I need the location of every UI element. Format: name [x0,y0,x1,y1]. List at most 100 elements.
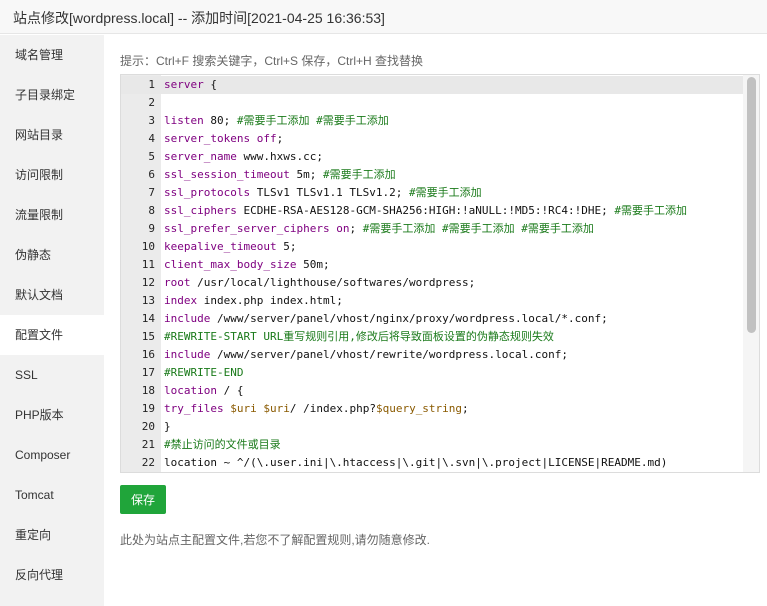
sidebar-item[interactable]: 重定向 [0,515,104,555]
code-token: index [164,294,198,307]
sidebar-item[interactable]: SSL [0,355,104,395]
code-token: include [164,348,211,361]
dialog-titlebar: 站点修改[wordpress.local] -- 添加时间[2021-04-25… [0,0,767,34]
line-number: 6 [148,168,155,181]
line-text: listen 80; #需要手工添加 #需要手工添加 [164,112,389,130]
sidebar-item[interactable]: 伪静态 [0,235,104,275]
line-text: server_tokens off; [164,130,283,148]
code-token: $query_string [375,402,463,415]
code-token: #REWRITE-START URL重写规则引用,修改后将导致面板设置的伪静态规… [164,330,554,343]
editor-scrollbar-thumb[interactable] [747,77,756,333]
code-token: } [164,420,171,433]
code-line[interactable]: 12 root /usr/local/lighthouse/softwares/w… [121,274,743,292]
sidebar-item[interactable]: 配置文件 [0,315,104,355]
code-line[interactable]: 11 client_max_body_size 50m; [121,256,743,274]
code-token: include [164,312,211,325]
code-line[interactable]: 10 keepalive_timeout 5; [121,238,743,256]
line-number: 8 [148,204,155,217]
line-text: ssl_ciphers ECDHE-RSA-AES128-GCM-SHA256:… [164,202,687,220]
code-token: ssl_ciphers [164,204,237,217]
config-warning-note: 此处为站点主配置文件,若您不了解配置规则,请勿随意修改. [120,533,431,547]
line-number: 18 [141,384,155,397]
line-number: 13 [141,294,155,307]
sidebar-item[interactable]: 访问限制 [0,155,104,195]
code-line[interactable]: 1 server { [121,76,743,94]
code-token: 80; [203,114,237,127]
code-token: keepalive_timeout [164,240,277,253]
line-text: #禁止访问的文件或目录 [164,436,281,454]
line-text: include /www/server/panel/vhost/nginx/pr… [164,310,608,328]
code-line[interactable]: 14 include /www/server/panel/vhost/nginx/… [121,310,743,328]
sidebar-item[interactable]: 域名管理 [0,35,104,75]
code-token: /www/server/panel/vhost/nginx/proxy/word… [210,312,608,325]
sidebar-item[interactable]: Composer [0,435,104,475]
code-token: listen [164,114,204,127]
code-content[interactable]: 1 server {2 3 listen 80; #需要手工添加 #需要手工添加 4 se… [121,76,743,472]
code-token: ; [462,402,469,415]
editor-shortcut-tip: 提示：Ctrl+F 搜索关键字，Ctrl+S 保存，Ctrl+H 查找替换 [120,54,424,68]
code-token: location [164,384,217,397]
line-text: ssl_session_timeout 5m; #需要手工添加 [164,166,396,184]
code-token: server_name [164,150,237,163]
code-line[interactable]: 2 [121,94,743,112]
sidebar-item[interactable]: 网站目录 [0,115,104,155]
sidebar-item[interactable]: 反向代理 [0,555,104,595]
code-line[interactable]: 3 listen 80; #需要手工添加 #需要手工添加 [121,112,743,130]
code-line[interactable]: 22 location ~ ^/(\.user.ini|\.htaccess|\.… [121,454,743,472]
code-token: / /index.php? [289,402,376,415]
code-line[interactable]: 5 server_name www.hxws.cc; [121,148,743,166]
code-line[interactable]: 7 ssl_protocols TLSv1 TLSv1.1 TLSv1.2; #需… [121,184,743,202]
sidebar-item[interactable]: 默认文档 [0,275,104,315]
line-text: #REWRITE-START URL重写规则引用,修改后将导致面板设置的伪静态规… [164,328,554,346]
line-number: 20 [141,420,155,433]
code-line[interactable]: 6 ssl_session_timeout 5m; #需要手工添加 [121,166,743,184]
code-line[interactable]: 21 #禁止访问的文件或目录 [121,436,743,454]
code-line[interactable]: 16 include /www/server/panel/vhost/rewrit… [121,346,743,364]
code-token: www.hxws.cc; [236,150,323,163]
line-number: 3 [148,114,155,127]
code-line[interactable]: 15 #REWRITE-START URL重写规则引用,修改后将导致面板设置的伪静… [121,328,743,346]
line-text: client_max_body_size 50m; [164,256,330,274]
code-token: 5m; [289,168,323,181]
code-line[interactable]: 17 #REWRITE-END [121,364,743,382]
code-token: try_files [164,402,224,415]
code-token: ssl_prefer_server_ciphers [164,222,330,235]
code-token: server [164,78,204,91]
line-number: 9 [148,222,155,235]
line-number: 21 [141,438,155,451]
code-token: off [256,132,277,145]
save-button[interactable]: 保存 [120,485,166,514]
code-token: ECDHE-RSA-AES128-GCM-SHA256:HIGH:!aNULL:… [236,204,615,217]
code-line[interactable]: 8 ssl_ciphers ECDHE-RSA-AES128-GCM-SHA256… [121,202,743,220]
sidebar-item[interactable]: 子目录绑定 [0,75,104,115]
code-token: #需要手工添加 [614,204,687,217]
code-token: 50m; [296,258,330,271]
code-token: root [164,276,191,289]
code-line[interactable]: 13 index index.php index.html; [121,292,743,310]
code-token: #需要手工添加 [409,186,482,199]
code-line[interactable]: 19 try_files $uri $uri/ /index.php?$query… [121,400,743,418]
line-text: ssl_protocols TLSv1 TLSv1.1 TLSv1.2; #需要… [164,184,482,202]
code-token: / { [216,384,244,397]
line-number: 5 [148,150,155,163]
code-line[interactable]: 20} [121,418,743,436]
code-token: ; [276,132,284,145]
code-token: ; [349,222,363,235]
code-line[interactable]: 4 server_tokens off; [121,130,743,148]
line-number: 16 [141,348,155,361]
line-number: 1 [148,78,155,91]
code-line[interactable]: 18 location / { [121,382,743,400]
editor-scrollbar[interactable] [743,75,759,472]
sidebar-item[interactable]: 流量限制 [0,195,104,235]
sidebar-item[interactable]: Tomcat [0,475,104,515]
line-number: 19 [141,402,155,415]
config-code-editor[interactable]: 1 server {2 3 listen 80; #需要手工添加 #需要手工添加 4 se… [120,74,760,473]
line-number: 7 [148,186,155,199]
line-number: 2 [148,96,155,109]
code-token: TLSv1 TLSv1.1 TLSv1.2; [250,186,410,199]
code-line[interactable]: 9 ssl_prefer_server_ciphers on; #需要手工添加 #… [121,220,743,238]
sidebar-item[interactable]: PHP版本 [0,395,104,435]
code-token: 5; [276,240,297,253]
line-text: try_files $uri $uri/ /index.php?$query_s… [164,400,469,418]
